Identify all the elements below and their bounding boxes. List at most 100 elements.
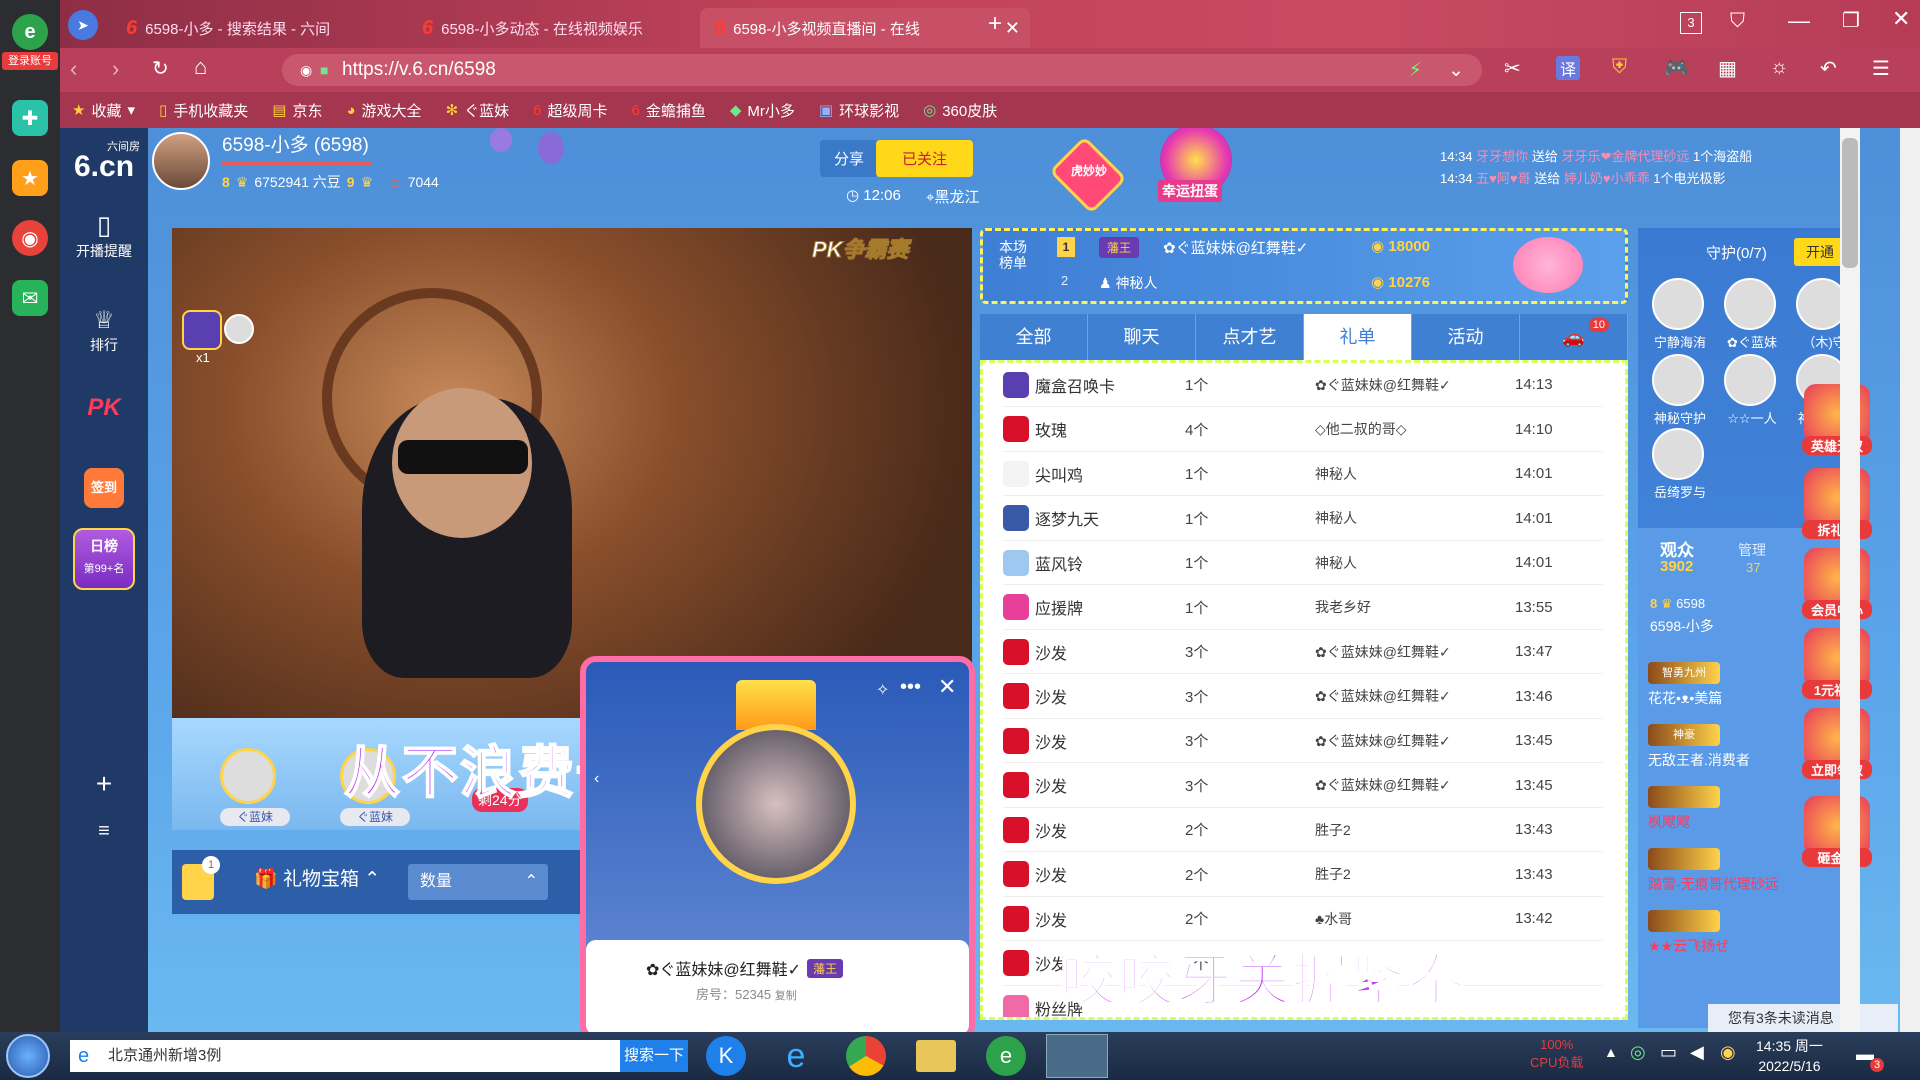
user-avatar[interactable]	[696, 724, 856, 884]
volume-icon[interactable]: ◀	[1690, 1042, 1704, 1063]
refresh-icon[interactable]: ↻	[152, 56, 169, 81]
nav-pk[interactable]: PK	[60, 394, 148, 422]
translate-icon[interactable]: 译	[1556, 56, 1581, 80]
scissors-icon[interactable]: ✂	[1504, 56, 1521, 81]
promo-label[interactable]: 1元福利	[1802, 680, 1872, 699]
start-button[interactable]	[6, 1034, 50, 1078]
home-icon[interactable]: ⌂	[194, 54, 207, 80]
tray-arrow-icon[interactable]: ▲	[1604, 1044, 1618, 1060]
browser-icon[interactable]: e	[986, 1036, 1026, 1076]
lucky-capsule-label[interactable]: 幸运扭蛋	[1158, 180, 1222, 202]
ie-icon[interactable]: e	[776, 1036, 816, 1076]
new-tab-icon[interactable]: +	[988, 10, 1002, 38]
tab-dynamics[interactable]: 6 6598-小多动态 - 在线视频娱乐	[408, 8, 748, 48]
shirt-icon[interactable]: ⛉	[1730, 10, 1745, 33]
menu-icon[interactable]: ☰	[1872, 56, 1890, 81]
pk-contest-label[interactable]: PK争霸赛	[812, 232, 910, 264]
folder-icon[interactable]	[916, 1040, 956, 1072]
forward-icon[interactable]: ›	[112, 56, 119, 82]
bookmark-favorites[interactable]: ★ 收藏 ▾	[72, 100, 135, 121]
gift-sender[interactable]: 神秘人	[1315, 508, 1515, 528]
login-account-button[interactable]: 登录账号	[2, 52, 58, 70]
add-icon[interactable]: +	[60, 768, 148, 800]
gift-sender[interactable]: ✿ぐ蓝妹妹@红舞鞋✓	[1315, 731, 1515, 751]
tab-car[interactable]: 🚗 10	[1520, 314, 1628, 360]
favorites-icon[interactable]: ★	[12, 160, 48, 196]
list-icon[interactable]: ≡	[60, 820, 148, 843]
promo-icon[interactable]	[1804, 796, 1870, 856]
tab-activity[interactable]: 活动	[1412, 314, 1520, 360]
lightning-icon[interactable]: ⚡	[1409, 59, 1422, 82]
bookmark-item[interactable]: ▤ 京东	[272, 100, 322, 121]
quantity-select[interactable]: 数量 ⌃	[408, 864, 548, 900]
viewer-name[interactable]: 踏雪-无痕哥代理砂远	[1648, 874, 1779, 894]
mail-icon[interactable]: ✉	[12, 280, 48, 316]
promo-label[interactable]: 拆礼包	[1802, 520, 1872, 539]
more-options-icon[interactable]: •••	[900, 676, 921, 699]
user-avatar[interactable]	[224, 314, 254, 344]
address-bar[interactable]: ◉ ■ https://v.6.cn/6598 ⚡ ⌄	[282, 54, 1482, 86]
gift-sender[interactable]: ✿ぐ蓝妹妹@红舞鞋✓	[1315, 375, 1515, 395]
close-window-icon[interactable]: ✕	[1892, 6, 1910, 32]
bookmark-item[interactable]: ◕ 游戏大全	[346, 100, 421, 121]
tab-count-icon[interactable]: 3	[1680, 12, 1702, 34]
gift-sender[interactable]: 胜子2	[1315, 864, 1515, 884]
tab-gift-list[interactable]: 礼单	[1304, 314, 1412, 360]
promo-label[interactable]: 英雄无双	[1802, 436, 1872, 455]
open-guard-button[interactable]: 开通	[1794, 238, 1846, 266]
share-button[interactable]: 分享	[820, 140, 879, 177]
scrollbar-thumb[interactable]	[1842, 138, 1858, 268]
viewer-name[interactable]: 花花•ᴥ•美篇	[1648, 688, 1722, 708]
guard-avatar[interactable]	[1724, 278, 1776, 330]
gift-sender[interactable]: ✿ぐ蓝妹妹@红舞鞋✓	[1315, 686, 1515, 706]
viewer-name[interactable]: ★★云飞扬ぜ	[1648, 936, 1729, 956]
shield-icon[interactable]: ⛨	[1612, 56, 1627, 79]
page-scrollbar[interactable]	[1840, 128, 1860, 1032]
viewer-name[interactable]: 枫飕飕	[1648, 812, 1690, 832]
close-icon[interactable]: ✕	[938, 674, 956, 700]
nav-ranking[interactable]: ♕ 排行	[60, 306, 148, 355]
tab-live-room[interactable]: 6 6598-小多视频直播间 - 在线 ✕	[700, 8, 1030, 48]
rank-user[interactable]: ♟ 神秘人	[1099, 273, 1157, 293]
gift-sender[interactable]: ♣水哥	[1315, 909, 1515, 929]
promo-icon[interactable]	[1804, 468, 1870, 528]
search-input[interactable]: e 北京通州新增3例	[70, 1040, 620, 1072]
treasure-box-button[interactable]: 🎁 礼物宝箱 ⌃	[254, 864, 380, 891]
guard-avatar[interactable]	[1652, 428, 1704, 480]
rank-user[interactable]: ✿ぐ蓝妹妹@红舞鞋✓	[1163, 237, 1308, 258]
close-tab-icon[interactable]: ✕	[1005, 18, 1020, 39]
gift-sender[interactable]: ◇他二叔的哥◇	[1315, 419, 1515, 439]
url-dropdown-icon[interactable]: ⌄	[1448, 59, 1464, 82]
gift-sender[interactable]: 胜子2	[1315, 820, 1515, 840]
tab-chat[interactable]: 聊天	[1088, 314, 1196, 360]
bookmark-item[interactable]: ▣ 环球影视	[819, 100, 899, 121]
unread-messages[interactable]: 您有3条未读消息	[1708, 1004, 1898, 1032]
tab-talent[interactable]: 点才艺	[1196, 314, 1304, 360]
guard-avatar[interactable]	[1652, 354, 1704, 406]
live-app-icon[interactable]	[1046, 1034, 1108, 1078]
game-icon[interactable]: 🎮	[1664, 56, 1689, 81]
search-button[interactable]: 搜索一下	[620, 1040, 688, 1072]
gift-sender[interactable]: 神秘人	[1315, 553, 1515, 573]
chrome-icon[interactable]	[846, 1036, 886, 1076]
host-entry[interactable]: 8 ♛ 6598	[1650, 596, 1705, 612]
gift-sender[interactable]: 我老乡好	[1315, 597, 1515, 617]
browser-logo-icon[interactable]: e	[12, 14, 48, 50]
bookmark-item[interactable]: 6 超级周卡	[533, 100, 607, 121]
guard-avatar[interactable]	[1724, 354, 1776, 406]
tray-app-icon[interactable]: ◉	[1720, 1042, 1736, 1063]
bookmark-item[interactable]: ◆ Mr小多	[730, 100, 795, 121]
admin-tab[interactable]: 管理	[1738, 540, 1766, 560]
magic-wand-icon[interactable]: ✧	[876, 680, 889, 700]
site-logo[interactable]: 六间房 6.cn	[60, 138, 148, 184]
promo-label[interactable]: 立即领取	[1802, 760, 1872, 779]
app-icon[interactable]: ✚	[12, 100, 48, 136]
nav-daily-rank[interactable]: 日榜 第99+名	[60, 528, 148, 590]
system-clock[interactable]: 14:35 周一 2022/5/16	[1756, 1036, 1823, 1076]
chevron-left-icon[interactable]: ‹	[594, 770, 599, 788]
viewer-name[interactable]: 无敌王者.消费者	[1648, 750, 1750, 770]
gift-sender[interactable]: 神秘人	[1315, 464, 1515, 484]
promo-label[interactable]: 砸金蛋	[1802, 848, 1872, 867]
promo-label[interactable]: 会员中心	[1802, 600, 1872, 619]
bookmark-item[interactable]: ▯ 手机收藏夹	[159, 100, 248, 121]
